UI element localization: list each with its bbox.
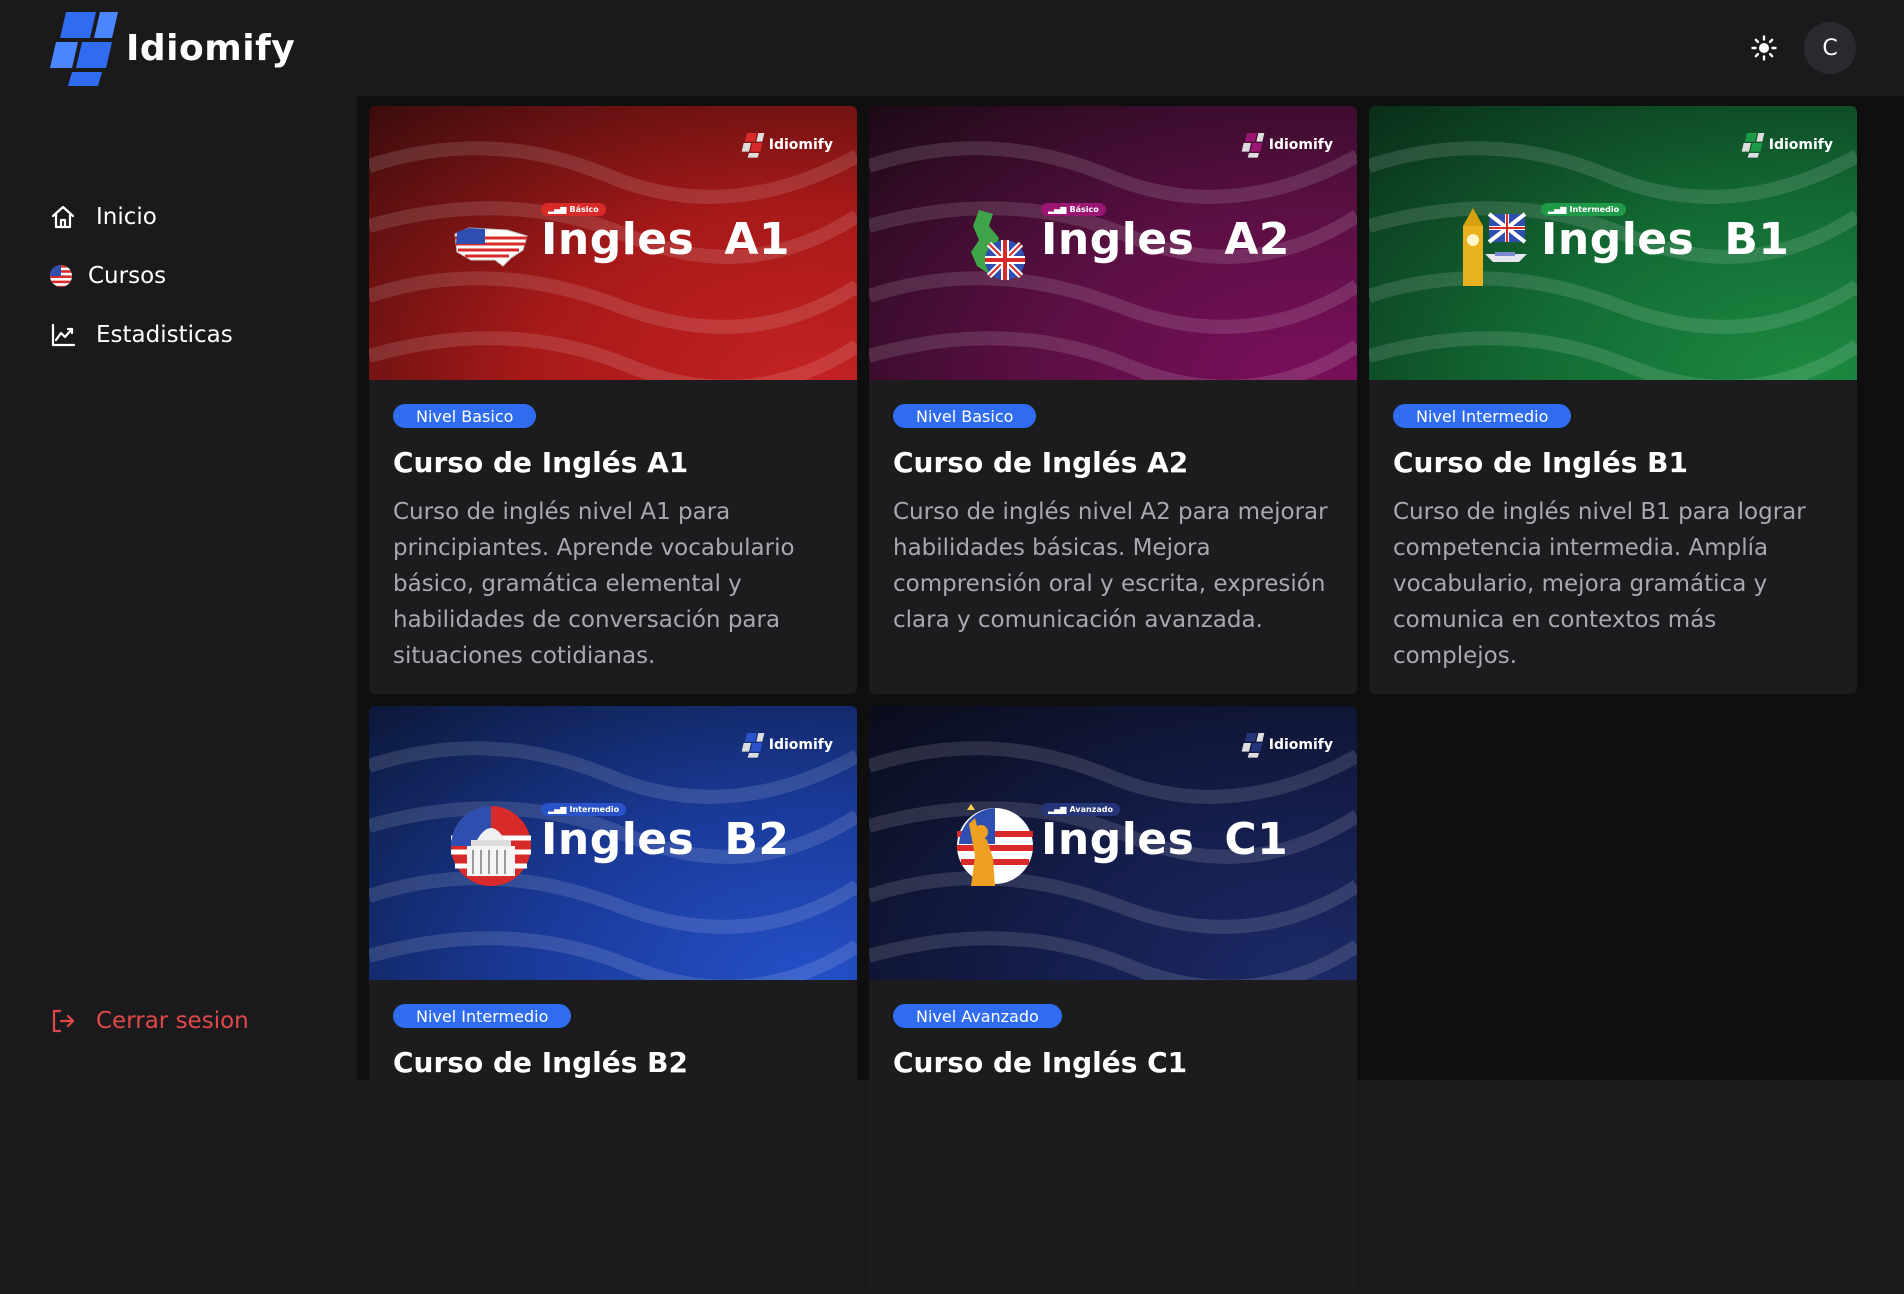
course-title: Curso de Inglés B2 bbox=[393, 1046, 688, 1079]
idiomify-logo-icon bbox=[1241, 733, 1265, 758]
idiomify-logo-icon bbox=[741, 133, 765, 158]
banner-title: Ingles B2 bbox=[541, 814, 789, 865]
logout-label: Cerrar sesion bbox=[96, 1008, 249, 1034]
course-card[interactable]: Idiomify ▂▄▆ Básico Ingles A1 Nivel Basico Cur… bbox=[369, 106, 857, 694]
us-map-icon bbox=[449, 204, 533, 288]
sidebar-item-label: Estadisticas bbox=[96, 322, 233, 348]
banner-brand-name: Idiomify bbox=[1268, 737, 1333, 753]
banner-word: Ingles bbox=[541, 814, 695, 865]
level-badge: Nivel Basico bbox=[393, 404, 537, 428]
idiomify-logo-icon bbox=[741, 733, 765, 758]
banner-word: Ingles bbox=[1541, 214, 1695, 265]
us-flag-icon bbox=[46, 261, 76, 291]
course-banner: Idiomify ▂▄▆ Avanzado Ingles C1 bbox=[869, 706, 1357, 980]
banner-word: Ingles bbox=[1041, 814, 1195, 865]
banner-chip-label: Básico bbox=[569, 205, 599, 214]
banner-level: A1 bbox=[724, 214, 790, 265]
course-banner: Idiomify ▂▄▆ Intermedio Ingles B1 bbox=[1369, 106, 1857, 380]
banner-level: A2 bbox=[1224, 214, 1290, 265]
banner-title: Ingles B1 bbox=[1541, 214, 1789, 265]
banner-brand: Idiomify bbox=[1741, 132, 1833, 158]
banner-brand: Idiomify bbox=[741, 132, 833, 158]
banner-word: Ingles bbox=[1041, 214, 1195, 265]
course-card[interactable]: Idiomify ▂▄▆ Avanzado Ingles C1 Nivel Avanzad… bbox=[869, 706, 1357, 1294]
liberty-icon bbox=[949, 804, 1033, 888]
banner-level: B2 bbox=[724, 814, 790, 865]
banner-chip-label: Intermedio bbox=[1569, 205, 1620, 214]
theme-toggle-button[interactable] bbox=[1746, 30, 1782, 66]
app-name: Idiomify bbox=[126, 27, 296, 69]
banner-title: Ingles A1 bbox=[541, 214, 790, 265]
course-title: Curso de Inglés A1 bbox=[393, 446, 689, 479]
sidebar-item-label: Cursos bbox=[88, 263, 167, 289]
banner-brand-name: Idiomify bbox=[1268, 137, 1333, 153]
banner-brand-name: Idiomify bbox=[768, 137, 833, 153]
course-card[interactable]: Idiomify ▂▄▆ Intermedio Ingles B1 Nivel Inter… bbox=[1369, 106, 1857, 694]
level-badge: Nivel Intermedio bbox=[1393, 404, 1572, 428]
sidebar-item-cursos[interactable]: Cursos bbox=[46, 261, 166, 291]
course-description: Curso de inglés nivel B1 para lograr com… bbox=[1393, 499, 1806, 669]
course-card[interactable]: Idiomify ▂▄▆ Básico Ingles A2 Nivel Basico Cur… bbox=[869, 106, 1357, 694]
uk-map-icon bbox=[949, 204, 1033, 288]
banner-chip-label: Básico bbox=[1069, 205, 1099, 214]
course-description: Curso de inglés nivel A2 para mejorar ha… bbox=[893, 499, 1328, 633]
banner-word: Ingles bbox=[541, 214, 695, 265]
level-badge: Nivel Intermedio bbox=[393, 1004, 572, 1028]
sidebar-item-label: Inicio bbox=[96, 204, 157, 230]
course-title: Curso de Inglés B1 bbox=[1393, 446, 1688, 479]
banner-brand-name: Idiomify bbox=[1768, 137, 1833, 153]
idiomify-logo-icon bbox=[50, 12, 118, 86]
big-ben-icon bbox=[1449, 204, 1533, 288]
level-badge: Nivel Avanzado bbox=[893, 1004, 1062, 1028]
sun-icon bbox=[1751, 35, 1777, 61]
course-card[interactable]: Idiomify ▂▄▆ Intermedio Ingles B2 Nivel Inter… bbox=[369, 706, 857, 1294]
banner-brand: Idiomify bbox=[1241, 132, 1333, 158]
top-bar: Idiomify C bbox=[0, 0, 1904, 96]
banner-level: C1 bbox=[1224, 814, 1289, 865]
course-description: Curso de inglés nivel A1 para principian… bbox=[393, 499, 795, 669]
home-icon bbox=[48, 202, 78, 232]
banner-chip-label: Avanzado bbox=[1069, 805, 1113, 814]
course-grid: Idiomify ▂▄▆ Básico Ingles A1 Nivel Basico Cur… bbox=[357, 96, 1904, 1294]
logout-button[interactable]: Cerrar sesion bbox=[48, 1006, 249, 1036]
course-title: Curso de Inglés A2 bbox=[893, 446, 1189, 479]
banner-chip-label: Intermedio bbox=[569, 805, 620, 814]
banner-level: B1 bbox=[1724, 214, 1790, 265]
sidebar: Inicio Cursos Estadisticas Cerrar sesion bbox=[0, 96, 357, 1080]
banner-brand-name: Idiomify bbox=[768, 737, 833, 753]
idiomify-logo-icon bbox=[1741, 133, 1765, 158]
chart-line-icon bbox=[48, 320, 78, 350]
banner-brand: Idiomify bbox=[1241, 732, 1333, 758]
course-banner: Idiomify ▂▄▆ Intermedio Ingles B2 bbox=[369, 706, 857, 980]
user-avatar[interactable]: C bbox=[1804, 22, 1856, 74]
sidebar-item-inicio[interactable]: Inicio bbox=[48, 202, 157, 232]
banner-brand: Idiomify bbox=[741, 732, 833, 758]
avatar-initial: C bbox=[1822, 35, 1838, 61]
idiomify-logo-icon bbox=[1241, 133, 1265, 158]
course-banner: Idiomify ▂▄▆ Básico Ingles A1 bbox=[369, 106, 857, 380]
app-logo[interactable]: Idiomify bbox=[48, 10, 295, 86]
course-banner: Idiomify ▂▄▆ Básico Ingles A2 bbox=[869, 106, 1357, 380]
logout-icon bbox=[48, 1006, 78, 1036]
capitol-icon bbox=[449, 804, 533, 888]
banner-title: Ingles C1 bbox=[1041, 814, 1288, 865]
level-badge: Nivel Basico bbox=[893, 404, 1037, 428]
sidebar-item-estadisticas[interactable]: Estadisticas bbox=[48, 320, 233, 350]
banner-title: Ingles A2 bbox=[1041, 214, 1290, 265]
course-title: Curso de Inglés C1 bbox=[893, 1046, 1188, 1079]
